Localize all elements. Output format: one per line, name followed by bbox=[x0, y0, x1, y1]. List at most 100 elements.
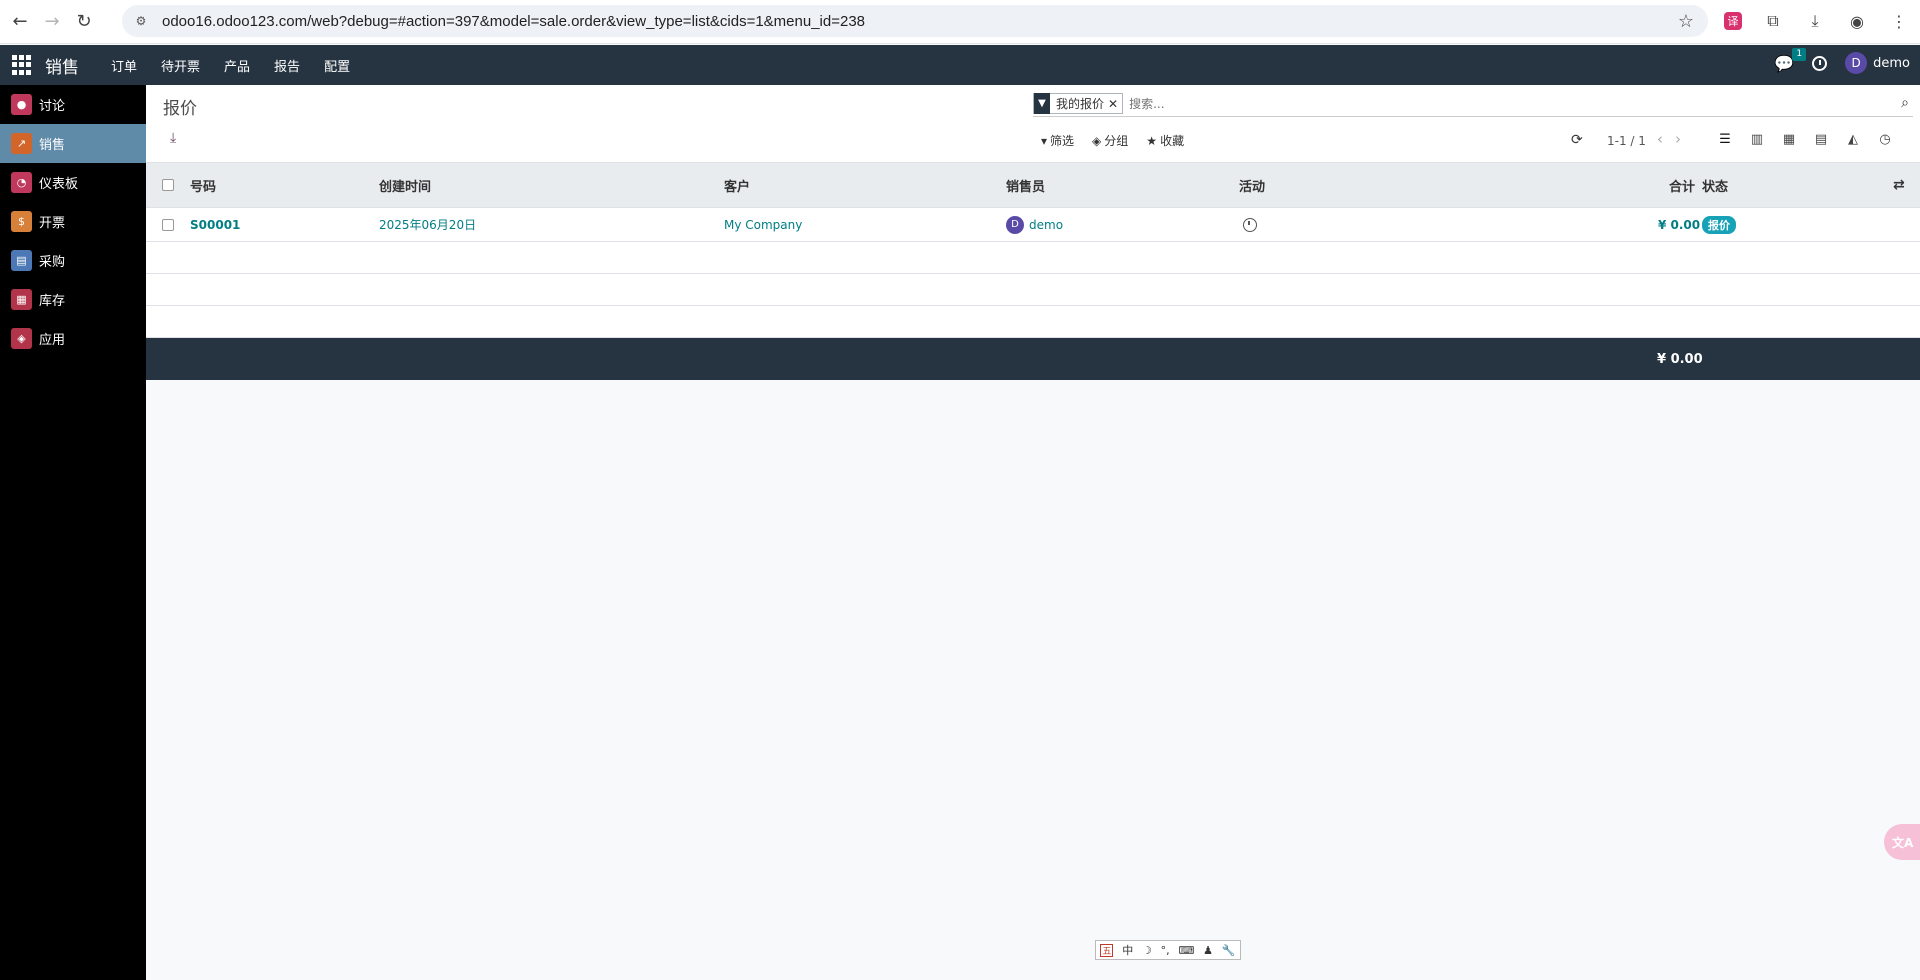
list-view: 号码 创建时间 客户 销售员 活动 合计 状态 ⇄ S00001 2025年06… bbox=[146, 163, 1920, 380]
ime-punctuation-icon[interactable]: °, bbox=[1161, 944, 1170, 957]
filter-button[interactable]: ▾ 筛选 bbox=[1041, 132, 1074, 149]
sidebar-item-discuss[interactable]: ● 讨论 bbox=[0, 85, 146, 124]
forward-arrow-icon[interactable]: → bbox=[40, 10, 64, 34]
inventory-icon: ▦ bbox=[11, 289, 32, 310]
ime-chinese-mode[interactable]: 中 bbox=[1122, 942, 1133, 958]
menu-orders[interactable]: 订单 bbox=[99, 56, 149, 75]
favorites-button[interactable]: ★ 收藏 bbox=[1146, 132, 1184, 149]
optional-columns-icon[interactable]: ⇄ bbox=[1893, 163, 1905, 207]
table-header: 号码 创建时间 客户 销售员 活动 合计 状态 ⇄ bbox=[146, 163, 1920, 208]
created-date: 2025年06月20日 bbox=[379, 218, 477, 232]
row-checkbox[interactable] bbox=[162, 208, 174, 241]
site-info-icon[interactable]: ⚙ bbox=[132, 12, 150, 30]
ime-wrench-icon[interactable]: 🔧 bbox=[1222, 944, 1236, 957]
menu-reporting[interactable]: 报告 bbox=[262, 56, 312, 75]
app-grid-icon[interactable] bbox=[12, 55, 32, 75]
view-switcher: ☰ ▥ ▦ ▤ ◭ ◷ bbox=[1715, 129, 1895, 149]
menu-configuration[interactable]: 配置 bbox=[312, 56, 362, 75]
activity-view-icon[interactable]: ◷ bbox=[1875, 129, 1895, 149]
app-brand[interactable]: 销售 bbox=[45, 53, 79, 78]
sidebar-item-purchase[interactable]: ▤ 采购 bbox=[0, 241, 146, 280]
ime-user-icon[interactable]: ♟ bbox=[1203, 944, 1213, 957]
pager-value[interactable]: 1-1 / 1 bbox=[1607, 134, 1646, 148]
column-total[interactable]: 合计 bbox=[1669, 163, 1695, 207]
table-row[interactable]: S00001 2025年06月20日 My Company D demo ¥ 0… bbox=[146, 208, 1920, 242]
chat-count-badge: 1 bbox=[1792, 47, 1807, 61]
select-all-checkbox[interactable] bbox=[162, 163, 174, 207]
export-download-icon[interactable]: ⤓ bbox=[170, 130, 176, 146]
ime-moon-icon[interactable]: ☽ bbox=[1142, 944, 1152, 957]
star-icon: ★ bbox=[1146, 133, 1158, 148]
menu-products[interactable]: 产品 bbox=[212, 56, 262, 75]
salesperson[interactable]: D demo bbox=[1006, 208, 1063, 241]
column-activity[interactable]: 活动 bbox=[1239, 163, 1265, 207]
apps-icon: ◈ bbox=[11, 328, 32, 349]
refresh-icon[interactable]: ⟳ bbox=[1571, 132, 1583, 148]
filter-icon: ▼ bbox=[1034, 93, 1050, 114]
amount-total: ¥ 0.00 bbox=[1658, 217, 1701, 232]
group-by-button[interactable]: ◈ 分组 bbox=[1092, 132, 1128, 149]
ime-wubi-icon[interactable]: 五 bbox=[1100, 943, 1114, 957]
sidebar-item-label: 采购 bbox=[39, 255, 66, 270]
pager-previous-icon[interactable]: ‹ bbox=[1657, 130, 1663, 148]
search-input[interactable] bbox=[1129, 96, 1890, 111]
profile-icon[interactable]: ◉ bbox=[1846, 10, 1868, 32]
reload-icon[interactable]: ↻ bbox=[72, 10, 96, 34]
user-menu[interactable]: D demo bbox=[1845, 52, 1910, 74]
avatar: D bbox=[1006, 215, 1024, 234]
user-name: demo bbox=[1873, 55, 1910, 71]
list-view-icon[interactable]: ☰ bbox=[1715, 129, 1735, 149]
search-facet[interactable]: ▼ 我的报价 ✕ bbox=[1033, 93, 1124, 114]
sidebar-item-dashboard[interactable]: ◔ 仪表板 bbox=[0, 163, 146, 202]
column-created[interactable]: 创建时间 bbox=[379, 163, 431, 207]
column-customer[interactable]: 客户 bbox=[724, 163, 750, 207]
odoo-navbar: 销售 订单 待开票 产品 报告 配置 💬 1 D demo bbox=[0, 45, 1920, 85]
activity-clock-icon[interactable] bbox=[1812, 55, 1828, 71]
empty-row bbox=[146, 242, 1920, 274]
pivot-view-icon[interactable]: ▤ bbox=[1811, 129, 1831, 149]
menu-to-invoice[interactable]: 待开票 bbox=[149, 56, 212, 75]
page-title[interactable]: 报价 bbox=[163, 94, 197, 119]
column-number[interactable]: 号码 bbox=[190, 163, 216, 207]
search-options: ▾ 筛选 ◈ 分组 ★ 收藏 bbox=[1041, 132, 1184, 149]
extensions-icon[interactable]: ⧉ bbox=[1762, 10, 1784, 32]
sidebar-item-invoicing[interactable]: $ 开票 bbox=[0, 202, 146, 241]
order-number[interactable]: S00001 bbox=[190, 208, 240, 241]
activity-clock-icon[interactable] bbox=[1243, 208, 1257, 241]
column-status[interactable]: 状态 bbox=[1702, 163, 1728, 207]
pager-next-icon[interactable]: › bbox=[1675, 130, 1681, 148]
download-icon[interactable]: ⤓ bbox=[1804, 10, 1826, 32]
customer-name[interactable]: My Company bbox=[724, 208, 802, 241]
column-salesperson[interactable]: 销售员 bbox=[1006, 163, 1045, 207]
url-text[interactable]: odoo16.odoo123.com/web?debug=#action=397… bbox=[162, 13, 865, 30]
footer-total: ¥ 0.00 bbox=[1657, 351, 1703, 367]
facet-close-icon[interactable]: ✕ bbox=[1108, 97, 1122, 111]
calendar-view-icon[interactable]: ▦ bbox=[1779, 129, 1799, 149]
sidebar-item-label: 仪表板 bbox=[39, 177, 79, 192]
sidebar-item-label: 讨论 bbox=[39, 99, 66, 114]
sidebar-item-sales[interactable]: ↗ 销售 bbox=[0, 124, 146, 163]
sidebar-item-apps[interactable]: ◈ 应用 bbox=[0, 319, 146, 358]
search-icon[interactable]: ⌕ bbox=[1901, 95, 1909, 111]
control-panel: 报价 ⤓ ▼ 我的报价 ✕ ⌕ ▾筛选 ◈分组 ★收藏 ⟳ 1-1 / 1 ‹ … bbox=[146, 85, 1920, 163]
graph-view-icon[interactable]: ◭ bbox=[1843, 129, 1863, 149]
floating-translate-icon[interactable]: 文A bbox=[1884, 824, 1920, 860]
chat-icon[interactable]: 💬 1 bbox=[1774, 47, 1807, 73]
back-arrow-icon[interactable]: ← bbox=[8, 10, 32, 34]
sidebar-item-label: 应用 bbox=[39, 333, 66, 348]
purchase-icon: ▤ bbox=[11, 250, 32, 271]
sidebar-item-inventory[interactable]: ▦ 库存 bbox=[0, 280, 146, 319]
filter-label: 筛选 bbox=[1050, 134, 1075, 148]
sidebar-item-label: 库存 bbox=[39, 294, 66, 309]
sidebar: ● 讨论 ↗ 销售 ◔ 仪表板 $ 开票 ▤ 采购 ▦ 库存 ◈ 应用 bbox=[0, 85, 146, 980]
kanban-view-icon[interactable]: ▥ bbox=[1747, 129, 1767, 149]
search-bar: ▼ 我的报价 ✕ ⌕ bbox=[1033, 91, 1913, 117]
empty-row bbox=[146, 306, 1920, 338]
translate-extension-icon[interactable]: 译 bbox=[1724, 12, 1742, 30]
browser-toolbar: ← → ↻ ⚙ odoo16.odoo123.com/web?debug=#ac… bbox=[0, 0, 1920, 44]
bookmark-star-icon[interactable]: ☆ bbox=[1678, 11, 1694, 32]
browser-actions: 译 ⧉ ⤓ ◉ ⋮ bbox=[1724, 10, 1910, 32]
more-menu-icon[interactable]: ⋮ bbox=[1888, 10, 1910, 32]
address-bar[interactable]: ⚙ odoo16.odoo123.com/web?debug=#action=3… bbox=[122, 5, 1708, 37]
ime-keyboard-icon[interactable]: ⌨ bbox=[1178, 944, 1194, 957]
